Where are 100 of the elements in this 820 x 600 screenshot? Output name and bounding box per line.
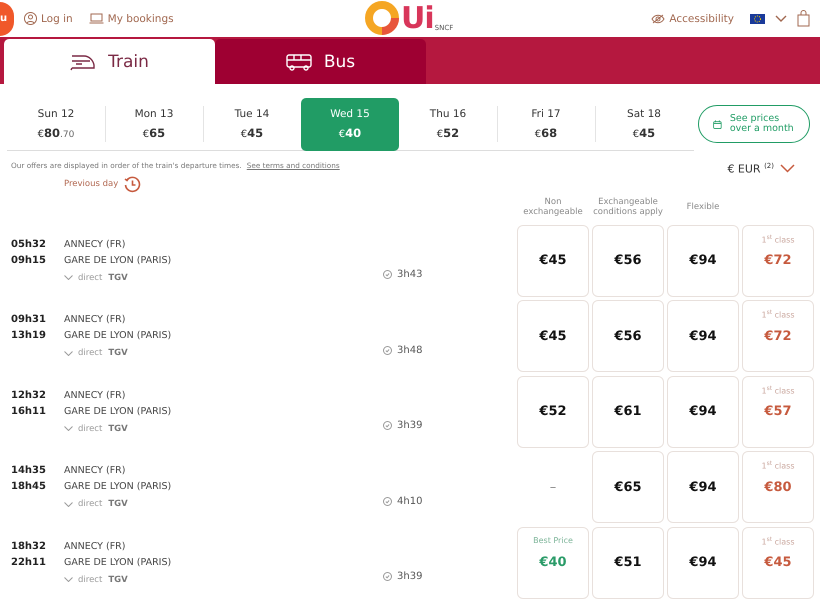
destination-station: GARE DE LYON (PARIS) bbox=[64, 556, 172, 570]
fare-option[interactable]: €94 bbox=[667, 526, 739, 599]
date-tab[interactable]: Tue 14 €45 bbox=[203, 98, 301, 150]
clock-icon bbox=[383, 421, 392, 430]
arrival-time: 13h19 bbox=[11, 329, 47, 344]
origin-station: ANNECY (FR) bbox=[64, 540, 126, 554]
duration: 3h48 bbox=[397, 344, 422, 356]
duration: 3h39 bbox=[397, 420, 422, 432]
day-price: €68 bbox=[534, 126, 558, 140]
day-price: €52 bbox=[436, 126, 460, 140]
clock-history-icon bbox=[124, 176, 142, 193]
day-price: €45 bbox=[632, 126, 656, 140]
fare-option[interactable]: €51 bbox=[592, 526, 664, 599]
currency-label[interactable]: € EUR $^{(2)}$ bbox=[727, 162, 774, 176]
date-tab[interactable]: Fri 17 €68 bbox=[497, 98, 595, 150]
logo-ring-icon bbox=[364, 0, 400, 36]
user-icon bbox=[24, 12, 37, 25]
departure-time: 14h35 bbox=[11, 464, 47, 478]
departure-time: 18h32 bbox=[11, 540, 47, 554]
clock-icon bbox=[383, 346, 392, 355]
train-type: TGV bbox=[108, 498, 128, 512]
duration: 3h39 bbox=[397, 571, 422, 582]
fare-option[interactable]: €56 bbox=[592, 224, 664, 297]
train-type: TGV bbox=[108, 574, 128, 587]
mode-tab[interactable]: Train bbox=[4, 39, 215, 84]
destination-station: GARE DE LYON (PARIS) bbox=[64, 404, 172, 419]
bus-icon bbox=[286, 52, 312, 70]
unavailable-dash: – bbox=[550, 480, 556, 495]
day-label: Sat 18 bbox=[627, 108, 661, 120]
previous-day-button[interactable]: Previous day bbox=[64, 176, 142, 193]
fare-option[interactable]: €94 bbox=[667, 451, 739, 524]
day-price: €40 bbox=[338, 126, 362, 140]
origin-station: ANNECY (FR) bbox=[64, 464, 126, 478]
duration: 3h43 bbox=[397, 269, 422, 280]
fare-option[interactable]: 1$^{st}$ class €45 bbox=[742, 526, 814, 599]
shopping-bag-icon[interactable] bbox=[797, 10, 810, 27]
date-tab[interactable]: Sat 18 €45 bbox=[595, 98, 693, 150]
destination-station: GARE DE LYON (PARIS) bbox=[64, 329, 172, 344]
fare-option[interactable]: €94 bbox=[667, 300, 739, 372]
fare-option[interactable]: €56 bbox=[592, 300, 664, 372]
login-link[interactable]: Log in bbox=[24, 12, 73, 25]
date-tab[interactable]: Mon 13 €65 bbox=[105, 98, 203, 150]
fare-option[interactable]: 1$^{st}$ class €80 bbox=[742, 451, 814, 524]
fare-option[interactable]: €61 bbox=[592, 376, 664, 448]
train-type: TGV bbox=[108, 272, 128, 285]
chevron-down-icon bbox=[64, 426, 73, 432]
date-tab[interactable]: Sun 12 €80.70 bbox=[7, 98, 105, 150]
chevron-down-icon bbox=[64, 275, 73, 280]
fare-option[interactable]: €45 bbox=[517, 224, 589, 297]
origin-station: ANNECY (FR) bbox=[64, 313, 126, 328]
departure-time: 12h32 bbox=[11, 388, 47, 403]
chevron-down-icon bbox=[64, 577, 73, 582]
fare-option[interactable]: €94 bbox=[667, 224, 739, 297]
destination-station: GARE DE LYON (PARIS) bbox=[64, 480, 172, 494]
origin-station: ANNECY (FR) bbox=[64, 238, 126, 252]
duration: 4h10 bbox=[397, 496, 422, 507]
column-header: Flexible bbox=[686, 200, 720, 214]
train-icon bbox=[70, 52, 96, 70]
mode-tab[interactable]: Bus bbox=[215, 39, 426, 84]
day-label: Mon 13 bbox=[134, 108, 174, 120]
departure-time: 05h32 bbox=[11, 238, 47, 252]
day-label: Thu 16 bbox=[430, 108, 466, 120]
logo-text: Ui bbox=[401, 2, 434, 36]
flag-icon[interactable] bbox=[750, 14, 765, 24]
bookings-link[interactable]: My bookings bbox=[88, 12, 174, 24]
fare-option[interactable]: 1$^{st}$ class €57 bbox=[742, 376, 814, 448]
day-label: Wed 15 bbox=[330, 108, 370, 120]
clock-icon bbox=[383, 572, 392, 582]
day-price: €80.70 bbox=[38, 126, 74, 140]
clock-icon bbox=[383, 270, 392, 280]
arrival-time: 16h11 bbox=[11, 404, 47, 419]
fare-option[interactable]: Best Price €40 bbox=[517, 526, 589, 599]
fare-option[interactable]: 1$^{st}$ class €72 bbox=[742, 300, 814, 372]
chevron-down-icon[interactable] bbox=[780, 164, 795, 174]
chevron-down-icon bbox=[64, 502, 73, 507]
destination-station: GARE DE LYON (PARIS) bbox=[64, 254, 172, 268]
month-prices-button[interactable]: See prices over a month bbox=[698, 105, 810, 143]
column-header: Exchangeable conditions apply bbox=[592, 196, 664, 219]
arrival-time: 18h45 bbox=[11, 480, 47, 494]
train-type: TGV bbox=[108, 347, 128, 360]
fare-option[interactable]: €65 bbox=[592, 451, 664, 524]
chevron-down-icon bbox=[64, 350, 73, 356]
departure-time: 09h31 bbox=[11, 313, 47, 328]
column-header: Non exchangeable bbox=[522, 196, 584, 219]
day-price: €65 bbox=[142, 126, 166, 140]
day-label: Tue 14 bbox=[234, 108, 270, 120]
chevron-down-icon[interactable] bbox=[775, 15, 787, 22]
accessibility-link[interactable]: Accessibility bbox=[651, 12, 734, 24]
day-price: €45 bbox=[240, 126, 264, 140]
fare-option[interactable]: 1$^{st}$ class €72 bbox=[742, 224, 814, 297]
fare-option[interactable]: €52 bbox=[517, 376, 589, 448]
eye-slash-icon bbox=[651, 14, 666, 24]
train-type: TGV bbox=[108, 422, 128, 436]
origin-station: ANNECY (FR) bbox=[64, 388, 126, 403]
fare-option[interactable]: €94 bbox=[667, 376, 739, 448]
fare-option[interactable]: €45 bbox=[517, 300, 589, 372]
day-label: Fri 17 bbox=[531, 108, 561, 120]
day-label: Sun 12 bbox=[38, 108, 74, 120]
date-tab[interactable]: Thu 16 €52 bbox=[399, 98, 497, 150]
date-tab[interactable]: Wed 15 €40 bbox=[301, 98, 399, 150]
